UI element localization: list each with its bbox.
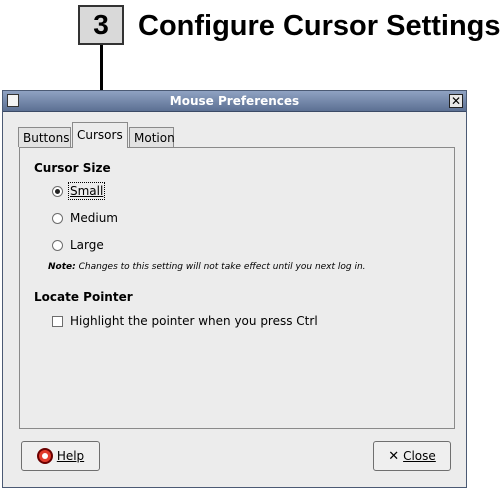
- note-label: Note:: [48, 262, 76, 272]
- radio-medium-label: Medium: [70, 211, 118, 225]
- tab-motion[interactable]: Motion: [129, 127, 175, 147]
- cursor-size-note: Note: Changes to this setting will not t…: [48, 262, 366, 272]
- radio-button[interactable]: [52, 239, 63, 251]
- cursor-size-heading: Cursor Size: [34, 161, 111, 175]
- help-button[interactable]: Help: [21, 441, 100, 471]
- radio-button[interactable]: [52, 185, 63, 197]
- radio-large[interactable]: Large: [52, 236, 104, 254]
- lifebuoy-icon: [36, 448, 53, 464]
- radio-medium[interactable]: Medium: [52, 209, 118, 227]
- window-title: Mouse Preferences: [169, 94, 300, 108]
- tab-cursors[interactable]: Cursors: [72, 122, 128, 148]
- close-x-icon: ✕: [388, 448, 400, 464]
- help-button-label: Help: [56, 449, 85, 463]
- radio-small[interactable]: Small: [52, 182, 106, 200]
- locate-pointer-heading: Locate Pointer: [34, 290, 133, 304]
- step-number-box: 3: [78, 5, 124, 45]
- cursors-panel: Cursor Size Small Medium Large Note: Cha…: [19, 147, 455, 429]
- step-number: 3: [93, 9, 109, 40]
- step-title: Configure Cursor Settings: [138, 10, 500, 42]
- close-button[interactable]: ✕ Close: [373, 441, 451, 471]
- title-bar: Mouse Preferences ✕: [3, 91, 466, 112]
- close-button-label: Close: [403, 449, 436, 463]
- tab-buttons[interactable]: Buttons: [18, 127, 71, 147]
- highlight-pointer-option[interactable]: Highlight the pointer when you press Ctr…: [52, 312, 318, 330]
- radio-large-label: Large: [70, 238, 104, 252]
- highlight-pointer-checkbox[interactable]: [52, 315, 63, 327]
- mouse-preferences-window: Mouse Preferences ✕ Buttons Cursors Moti…: [2, 90, 467, 488]
- highlight-pointer-label: Highlight the pointer when you press Ctr…: [70, 314, 318, 328]
- note-text: Changes to this setting will not take ef…: [78, 262, 366, 272]
- close-icon[interactable]: ✕: [449, 94, 463, 108]
- radio-small-label: Small: [67, 182, 106, 200]
- radio-button[interactable]: [52, 212, 63, 224]
